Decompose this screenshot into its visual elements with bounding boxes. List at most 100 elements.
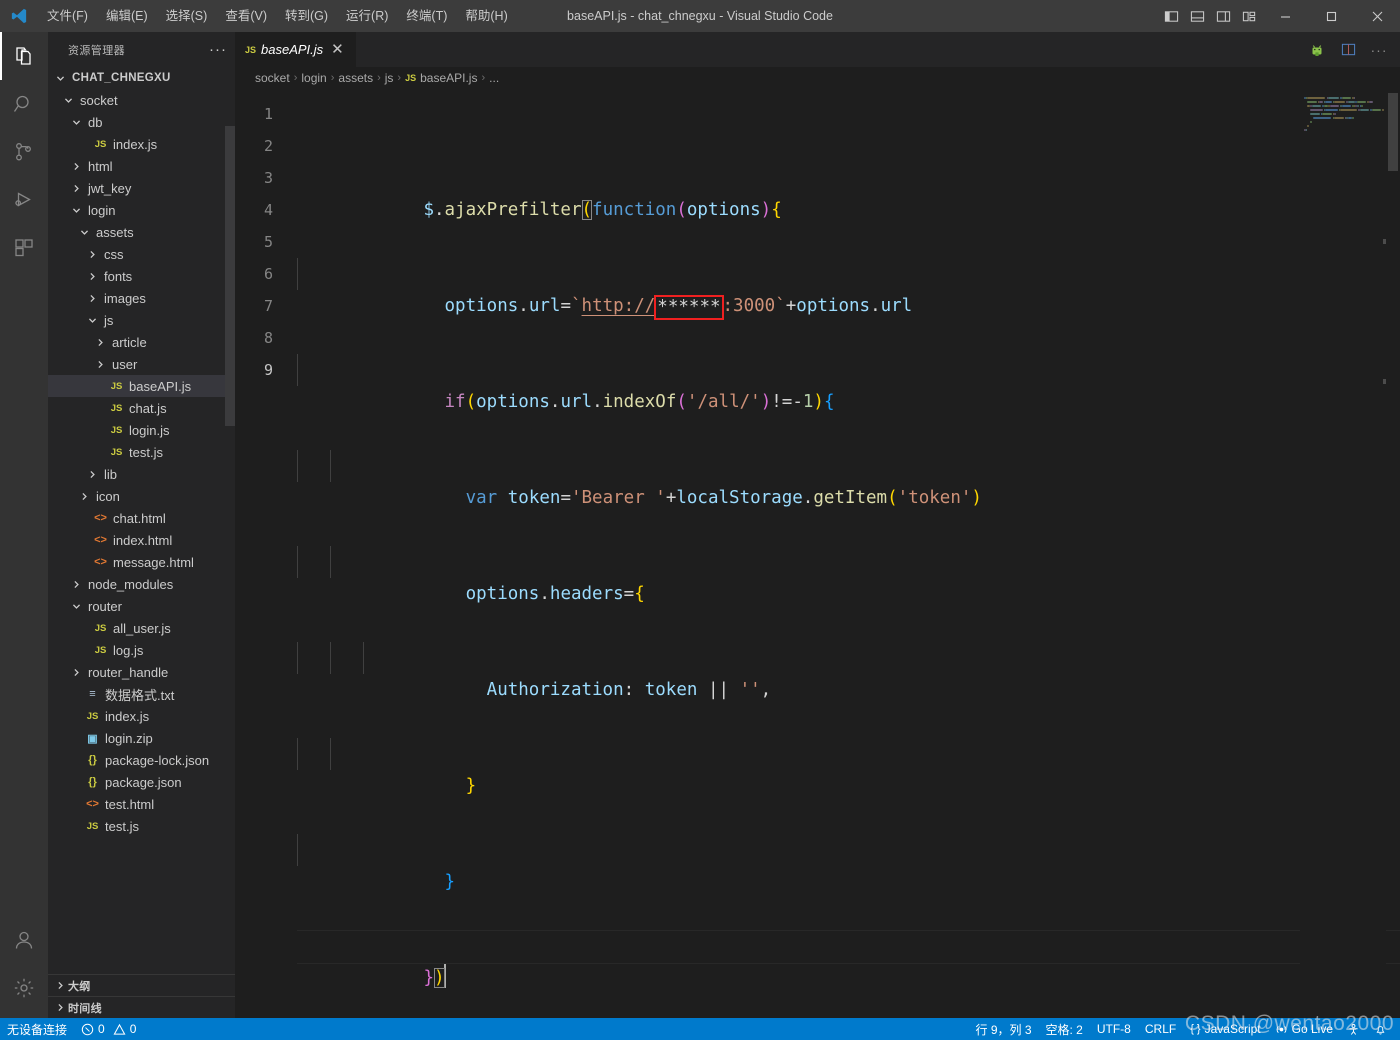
tree-root[interactable]: CHAT_CHNEGXU: [48, 67, 235, 89]
menu-go[interactable]: 转到(G): [276, 4, 337, 28]
sidebar-scrollbar[interactable]: [225, 67, 235, 1018]
close-icon[interactable]: ✕: [329, 42, 346, 57]
tree-file[interactable]: JS index.js: [48, 705, 235, 727]
tree-file[interactable]: JS log.js: [48, 639, 235, 661]
more-editor-actions-icon[interactable]: ···: [1368, 39, 1390, 61]
tree-folder[interactable]: jwt_key: [48, 177, 235, 199]
tree-folder[interactable]: article: [48, 331, 235, 353]
tree-item-label: index.js: [113, 136, 158, 152]
toggle-secondary-sidebar-icon[interactable]: [1210, 0, 1236, 32]
breadcrumb-item[interactable]: baseAPI.js: [420, 71, 477, 85]
tree-file[interactable]: JS baseAPI.js: [48, 375, 235, 397]
tree-file[interactable]: {} package-lock.json: [48, 749, 235, 771]
activity-extensions[interactable]: [0, 224, 48, 272]
breadcrumb-item[interactable]: js: [385, 71, 394, 85]
sidebar-section-timeline[interactable]: 时间线: [48, 996, 235, 1018]
tree-file[interactable]: JS all_user.js: [48, 617, 235, 639]
notifications-status[interactable]: [1367, 1018, 1394, 1040]
menu-file[interactable]: 文件(F): [38, 4, 97, 28]
minimap-line: [1305, 129, 1307, 131]
tree-folder[interactable]: user: [48, 353, 235, 375]
menu-selection[interactable]: 选择(S): [157, 4, 217, 28]
code-content[interactable]: $.ajaxPrefilter(function(options){ optio…: [297, 89, 1400, 1018]
tree-file[interactable]: ≡ 数据格式.txt: [48, 683, 235, 705]
minimap-line: [1340, 109, 1357, 111]
tree-file[interactable]: <> test.html: [48, 793, 235, 815]
tree-file[interactable]: {} package.json: [48, 771, 235, 793]
problems-status[interactable]: 0 0: [74, 1018, 143, 1040]
remote-status[interactable]: 无设备连接: [0, 1018, 74, 1040]
breadcrumb-item[interactable]: login: [301, 71, 326, 85]
breadcrumb-item[interactable]: assets: [338, 71, 373, 85]
tree-folder[interactable]: router_handle: [48, 661, 235, 683]
activity-accounts[interactable]: [0, 916, 48, 964]
timeline-label: 时间线: [68, 1002, 102, 1015]
code-line-4: var token='Bearer '+localStorage.getItem…: [297, 450, 1400, 508]
html-file-icon: <>: [94, 556, 107, 568]
minimap[interactable]: [1300, 89, 1386, 1018]
encoding-status[interactable]: UTF-8: [1090, 1018, 1138, 1040]
code-editor[interactable]: 1 2 3 4 5 6 7 8 9 $.ajaxPrefilter(function(optio…: [235, 89, 1400, 1018]
activity-explorer[interactable]: [0, 32, 48, 80]
minimap-decoration: [1383, 239, 1386, 244]
tree-item-label: html: [88, 158, 113, 174]
file-tree[interactable]: CHAT_CHNEGXU socket db JS index.js html jwt_ke…: [48, 67, 235, 974]
breadcrumb-item[interactable]: socket: [255, 71, 290, 85]
tree-folder[interactable]: lib: [48, 463, 235, 485]
tree-file[interactable]: JS test.js: [48, 441, 235, 463]
tree-file[interactable]: JS test.js: [48, 815, 235, 837]
tree-folder[interactable]: fonts: [48, 265, 235, 287]
tree-folder[interactable]: socket: [48, 89, 235, 111]
status-bar-right: 行 9，列 3 空格: 2 UTF-8 CRLF { } JavaScript …: [968, 1018, 1400, 1040]
menu-terminal[interactable]: 终端(T): [397, 4, 456, 28]
toggle-primary-sidebar-icon[interactable]: [1158, 0, 1184, 32]
accessibility-status[interactable]: [1340, 1018, 1367, 1040]
tree-folder[interactable]: js: [48, 309, 235, 331]
tree-folder[interactable]: html: [48, 155, 235, 177]
minimize-button[interactable]: [1262, 0, 1308, 32]
tree-folder[interactable]: assets: [48, 221, 235, 243]
customize-layout-icon[interactable]: [1236, 0, 1262, 32]
scrollbar-thumb[interactable]: [1388, 93, 1398, 171]
tree-folder[interactable]: router: [48, 595, 235, 617]
maximize-button[interactable]: [1308, 0, 1354, 32]
chevron-right-icon: [92, 360, 108, 369]
tree-folder[interactable]: login: [48, 199, 235, 221]
android-run-icon[interactable]: [1306, 39, 1328, 61]
tab-baseapi-js[interactable]: JS baseAPI.js ✕: [235, 32, 357, 67]
tree-file[interactable]: JS login.js: [48, 419, 235, 441]
breadcrumb-item[interactable]: ...: [489, 71, 499, 85]
title-bar-actions: [1158, 0, 1400, 32]
more-actions-icon[interactable]: ···: [209, 42, 227, 57]
go-live-status[interactable]: Go Live: [1268, 1018, 1340, 1040]
cursor-position-status[interactable]: 行 9，列 3: [968, 1018, 1038, 1040]
editor-vertical-scrollbar[interactable]: [1386, 89, 1400, 1018]
tree-folder[interactable]: images: [48, 287, 235, 309]
indentation-status[interactable]: 空格: 2: [1039, 1018, 1090, 1040]
close-button[interactable]: [1354, 0, 1400, 32]
eol-status[interactable]: CRLF: [1138, 1018, 1183, 1040]
tree-file[interactable]: JS chat.js: [48, 397, 235, 419]
activity-search[interactable]: [0, 80, 48, 128]
tree-folder[interactable]: css: [48, 243, 235, 265]
tree-file[interactable]: <> message.html: [48, 551, 235, 573]
tree-file[interactable]: <> chat.html: [48, 507, 235, 529]
tree-folder[interactable]: node_modules: [48, 573, 235, 595]
tree-file[interactable]: JS index.js: [48, 133, 235, 155]
activity-source-control[interactable]: [0, 128, 48, 176]
sidebar-section-outline[interactable]: 大纲: [48, 974, 235, 996]
activity-run-debug[interactable]: [0, 176, 48, 224]
menu-view[interactable]: 查看(V): [216, 4, 276, 28]
language-mode-status[interactable]: { } JavaScript: [1183, 1018, 1267, 1040]
tree-folder[interactable]: icon: [48, 485, 235, 507]
tree-item-label: css: [104, 246, 124, 262]
tree-folder[interactable]: db: [48, 111, 235, 133]
split-editor-right-icon[interactable]: [1337, 39, 1359, 61]
menu-edit[interactable]: 编辑(E): [97, 4, 157, 28]
menu-run[interactable]: 运行(R): [337, 4, 397, 28]
activity-settings[interactable]: [0, 964, 48, 1012]
toggle-panel-icon[interactable]: [1184, 0, 1210, 32]
tree-file[interactable]: ▣ login.zip: [48, 727, 235, 749]
tree-file[interactable]: <> index.html: [48, 529, 235, 551]
menu-help[interactable]: 帮助(H): [456, 4, 516, 28]
